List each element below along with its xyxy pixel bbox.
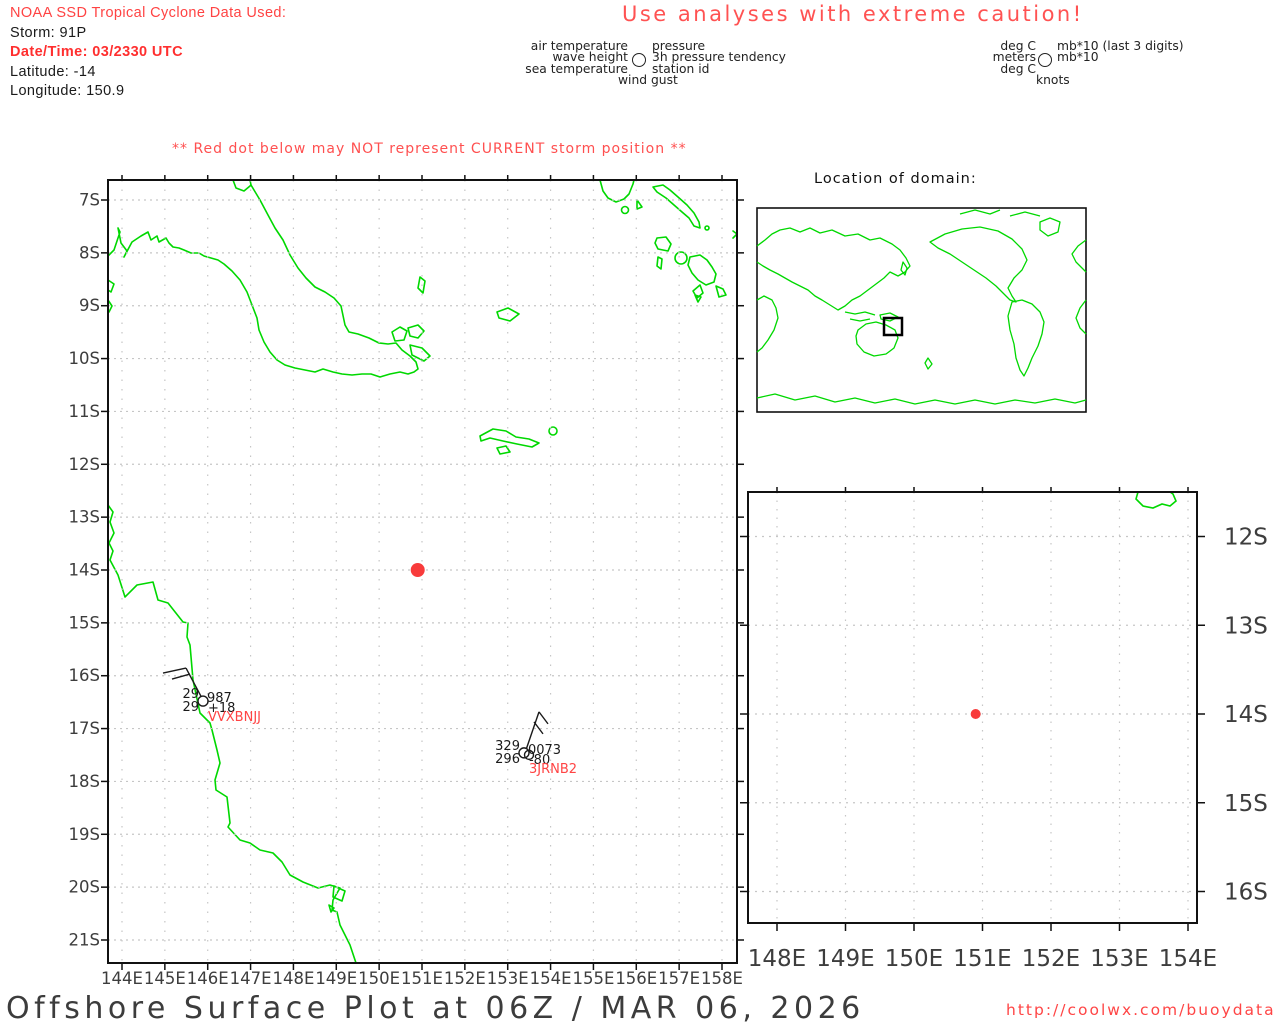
coastline-vella <box>655 237 671 251</box>
world-coast-southamerica <box>1008 300 1044 376</box>
coastline-shortland <box>622 207 629 214</box>
x-axis-tick-label: 151E <box>401 969 443 988</box>
world-coast-northamerica <box>930 227 1027 302</box>
main-map-generated: 144E145E146E147E148E149E150E151E152E153E… <box>69 175 744 988</box>
world-inset-frame <box>757 208 1086 412</box>
x-axis-tick-label: 146E <box>187 969 229 988</box>
y-axis-tick-label: 9S <box>79 296 100 315</box>
coastline-huon <box>233 180 251 191</box>
coastline-islet <box>705 226 709 230</box>
world-coast-arctic <box>960 210 1040 216</box>
y-axis-tick-label: 20S <box>69 878 100 897</box>
x-axis-tick-label: 148E <box>748 946 806 972</box>
world-coast-africa-left <box>757 296 778 352</box>
station-sea-temp: 29 <box>182 700 199 715</box>
x-axis-tick-label: 150E <box>358 969 400 988</box>
x-axis-tick-label: 156E <box>615 969 657 988</box>
coastline-png-south <box>108 180 418 377</box>
world-coast-newzealand <box>925 358 932 369</box>
plot-canvas: 144E145E146E147E148E149E150E151E152E153E… <box>0 0 1280 1024</box>
coastline-inset-louisiade-tip <box>1136 492 1176 508</box>
y-axis-tick-label: 12S <box>69 455 100 474</box>
x-axis-tick-label: 150E <box>885 946 943 972</box>
station-plot: 2929987+18VVXBNJJ <box>163 668 261 725</box>
x-axis-tick-label: 158E <box>701 969 743 988</box>
storm-position-dot <box>971 709 981 719</box>
y-axis-tick-label: 13S <box>69 508 100 527</box>
y-axis-tick-label: 18S <box>69 772 100 791</box>
coastline-kolombangara <box>675 252 687 264</box>
map-frame <box>748 492 1197 923</box>
storm-position-dot <box>411 563 425 577</box>
y-axis-tick-label: 19S <box>69 825 100 844</box>
y-axis-tick-label: 11S <box>69 402 100 421</box>
x-axis-tick-label: 153E <box>1090 946 1148 972</box>
x-axis-tick-label: 149E <box>816 946 874 972</box>
y-axis-tick-label: 16S <box>69 666 100 685</box>
x-axis-tick-label: 152E <box>1022 946 1080 972</box>
x-axis-tick-label: 154E <box>1159 946 1217 972</box>
page: NOAA SSD Tropical Cyclone Data Used: Sto… <box>0 0 1280 1024</box>
x-axis-tick-label: 155E <box>572 969 614 988</box>
x-axis-tick-label: 151E <box>953 946 1011 972</box>
world-coast-greenland <box>1040 218 1060 236</box>
world-coast-australia <box>856 322 898 356</box>
coastline-bougainville <box>600 180 634 202</box>
y-axis-tick-label: 14S <box>1224 702 1268 728</box>
station-id: VVXBNJJ <box>208 710 261 725</box>
x-axis-tick-label: 149E <box>315 969 357 988</box>
wind-barb <box>163 668 186 673</box>
wind-barb <box>539 712 548 724</box>
y-axis-tick-label: 15S <box>69 613 100 632</box>
x-axis-tick-label: 144E <box>101 969 143 988</box>
y-axis-tick-label: 15S <box>1224 791 1268 817</box>
coastline-louisiades <box>480 429 539 447</box>
coastline-dentrecasteaux <box>392 325 430 361</box>
coastline-choiseul <box>653 185 700 228</box>
coastline-bougainville-wedge <box>637 200 642 209</box>
world-coast-indonesia <box>845 312 875 321</box>
x-axis-tick-label: 152E <box>444 969 486 988</box>
y-axis-tick-label: 14S <box>69 560 100 579</box>
coastline-sliver <box>657 257 662 269</box>
inset-map-generated: 148E 149E 150E 151E 152E 153E 154E 12S 13S 14S 15S… <box>740 487 1268 972</box>
y-axis-tick-label: 12S <box>1224 525 1268 551</box>
world-location-inset <box>757 208 1086 412</box>
y-axis-tick-label: 16S <box>1224 880 1268 906</box>
y-axis-tick-label: 10S <box>69 349 100 368</box>
x-axis-tick-label: 154E <box>530 969 572 988</box>
wind-barb <box>172 674 190 679</box>
world-coast-eurasia <box>757 228 910 310</box>
world-coast-europe-right <box>1072 240 1086 334</box>
world-coast-antarctica <box>757 394 1086 404</box>
x-axis-tick-label: 157E <box>658 969 700 988</box>
x-axis-tick-label: 153E <box>487 969 529 988</box>
x-axis-tick-label: 147E <box>230 969 272 988</box>
y-axis-tick-label: 8S <box>79 243 100 262</box>
y-axis-tick-label: 7S <box>79 191 100 210</box>
y-axis-tick-label: 13S <box>1224 613 1268 639</box>
station-id: 3JRNB2 <box>529 762 577 777</box>
y-axis-tick-label: 21S <box>69 930 100 949</box>
coastline-new-georgia <box>688 255 726 302</box>
coastline-queensland <box>108 505 356 963</box>
x-axis-tick-label: 145E <box>144 969 186 988</box>
wind-barb <box>534 722 543 734</box>
y-axis-tick-label: 17S <box>69 719 100 738</box>
station-sea-temp: 296 <box>495 752 520 767</box>
x-axis-tick-label: 148E <box>272 969 314 988</box>
